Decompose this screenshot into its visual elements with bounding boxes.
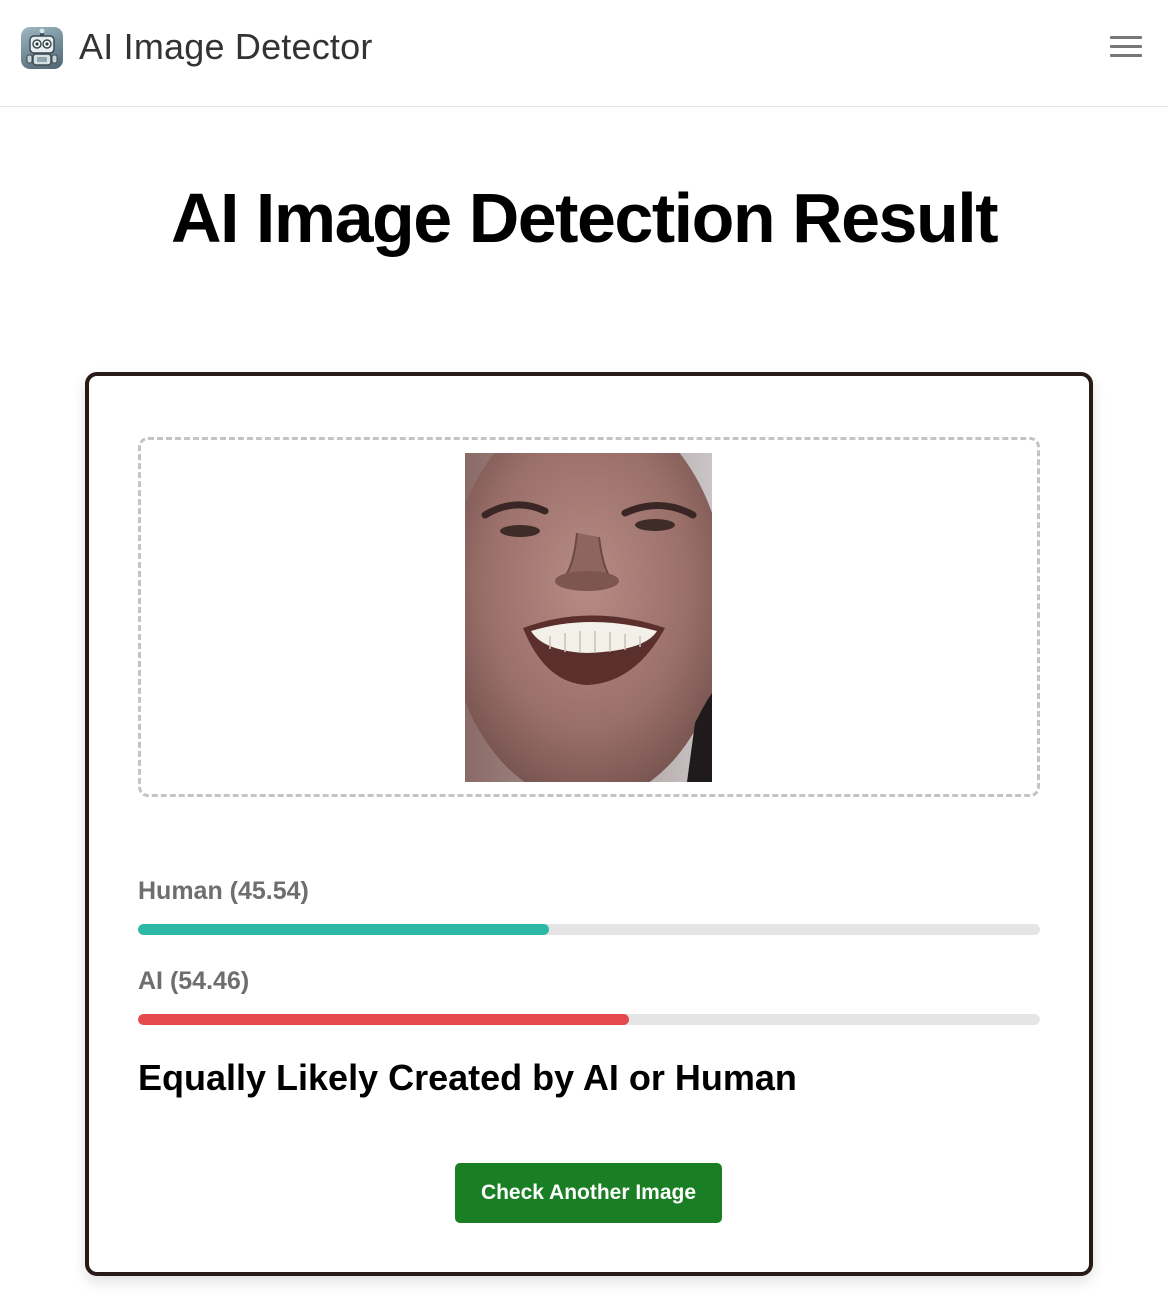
top-navbar: AI Image Detector bbox=[0, 0, 1168, 107]
hamburger-menu-icon[interactable] bbox=[1104, 30, 1148, 64]
ai-score-bar bbox=[138, 1014, 1040, 1025]
ai-score-fill bbox=[138, 1014, 630, 1025]
human-score-bar bbox=[138, 924, 1040, 935]
human-score-fill bbox=[138, 924, 549, 935]
uploaded-photo bbox=[465, 453, 712, 782]
result-card: Human (45.54) AI (54.46) Equally Likely … bbox=[85, 372, 1093, 1276]
app-title[interactable]: AI Image Detector bbox=[79, 25, 373, 69]
image-preview-area[interactable] bbox=[138, 437, 1040, 797]
check-another-image-button[interactable]: Check Another Image bbox=[455, 1163, 722, 1223]
ai-score-label: AI (54.46) bbox=[138, 967, 250, 995]
page-title: AI Image Detection Result bbox=[170, 179, 999, 257]
verdict-text: Equally Likely Created by AI or Human bbox=[138, 1057, 797, 1098]
human-score-label: Human (45.54) bbox=[138, 877, 309, 905]
robot-icon[interactable] bbox=[21, 27, 63, 69]
